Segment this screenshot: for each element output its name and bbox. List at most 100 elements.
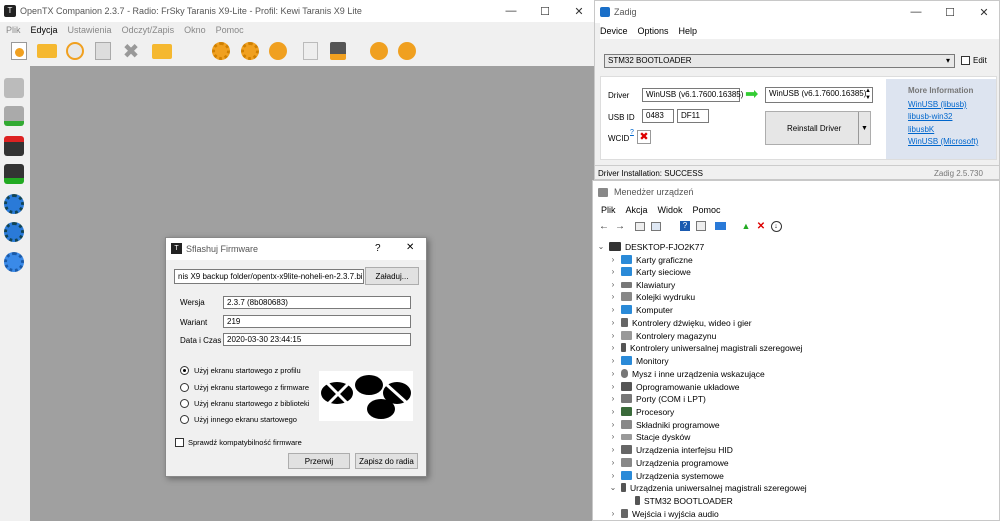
edit-checkbox[interactable]	[961, 56, 970, 65]
tree-item-expanded[interactable]: ⌄ Urządzenia uniwersalnej magistrali szer…	[608, 481, 807, 494]
tree-item[interactable]: › Karty sieciowe	[608, 265, 691, 278]
tree-item[interactable]: › Mysz i inne urządzenia wskazujące	[608, 367, 765, 380]
model-folder-icon[interactable]	[150, 39, 174, 63]
radio-other-splash[interactable]	[180, 415, 189, 424]
new-file-icon[interactable]	[7, 39, 31, 63]
uninstall-x-icon[interactable]: ✕	[755, 220, 767, 232]
menu-ustawienia[interactable]: Ustawienia	[68, 25, 112, 35]
chevron-right-icon[interactable]: ›	[608, 280, 618, 289]
chevron-right-icon[interactable]: ›	[608, 432, 618, 441]
link-winusb-microsoft[interactable]: WinUSB (Microsoft)	[908, 137, 978, 146]
minimize-button[interactable]: —	[494, 0, 528, 22]
tree-item[interactable]: › Procesory	[608, 405, 675, 418]
write-model-icon[interactable]	[2, 104, 26, 128]
forward-arrow-icon[interactable]: →	[614, 220, 626, 232]
reinstall-driver-button[interactable]: Reinstall Driver ▼	[765, 111, 871, 145]
zadig-minimize-button[interactable]: —	[899, 1, 933, 23]
chevron-right-icon[interactable]: ›	[608, 509, 618, 518]
menu-plik[interactable]: Plik	[6, 25, 21, 35]
write-to-radio-button[interactable]: Zapisz do radia	[355, 453, 418, 469]
chevron-right-icon[interactable]: ›	[608, 394, 618, 403]
tree-item[interactable]: › Kontrolery uniwersalnej magistrali szer…	[608, 341, 803, 354]
read-backup-icon[interactable]	[2, 134, 26, 158]
menu-pomoc[interactable]: Pomoc	[216, 25, 244, 35]
add-driver-icon[interactable]: ▲	[740, 220, 752, 232]
target-driver-spinner[interactable]: WinUSB (v6.1.7600.16385) ▲ ▼	[765, 87, 873, 103]
tree-item[interactable]: › Kolejki wydruku	[608, 290, 695, 303]
link-winusb-libusb[interactable]: WinUSB (libusb)	[908, 100, 967, 109]
logs-icon[interactable]	[298, 39, 322, 63]
tree-item[interactable]: › Monitory	[608, 354, 669, 367]
close-x-icon[interactable]: ✖	[119, 39, 143, 63]
zadig-menu-device[interactable]: Device	[600, 26, 628, 36]
tree-item[interactable]: › Komputer	[608, 303, 673, 316]
chevron-right-icon[interactable]: ›	[608, 331, 618, 340]
zadig-maximize-button[interactable]: ☐	[933, 1, 967, 23]
compat-checkbox[interactable]	[175, 438, 184, 447]
tree-item[interactable]: › Stacje dysków	[608, 430, 691, 443]
close-button[interactable]: ✕	[562, 0, 596, 22]
device-select[interactable]: STM32 BOOTLOADER ▾	[604, 54, 955, 68]
update-driver-icon[interactable]: ↓	[770, 220, 782, 232]
chevron-right-icon[interactable]: ›	[608, 356, 618, 365]
load-button[interactable]: Załaduj...	[365, 267, 419, 285]
devmgr-menu-widok[interactable]: Widok	[658, 205, 683, 215]
chevron-right-icon[interactable]: ›	[608, 420, 618, 429]
profile-gear-icon[interactable]	[238, 39, 262, 63]
cancel-button[interactable]: Przerwij	[288, 453, 350, 469]
radio-library-splash[interactable]	[180, 399, 189, 408]
sync-icon[interactable]	[367, 39, 391, 63]
menu-odczyt-zapis[interactable]: Odczyt/Zapis	[122, 25, 175, 35]
flash-firmware-icon[interactable]	[2, 250, 26, 274]
tree-item[interactable]: › Urządzenia interfejsu HID	[608, 443, 733, 456]
menu-edycja[interactable]: Edycja	[31, 25, 58, 35]
chevron-right-icon[interactable]: ›	[608, 471, 618, 480]
maximize-button[interactable]: ☐	[528, 0, 562, 22]
tree-root[interactable]: ⌄ DESKTOP-FJO2K77	[594, 240, 705, 253]
chevron-right-icon[interactable]: ›	[608, 305, 618, 314]
monitor-icon[interactable]	[714, 220, 726, 232]
menu-okno[interactable]: Okno	[184, 25, 206, 35]
spinner-arrows-icon[interactable]: ▲ ▼	[865, 88, 871, 102]
sd-card-icon[interactable]	[326, 39, 350, 63]
devmgr-menu-plik[interactable]: Plik	[601, 205, 616, 215]
back-arrow-icon[interactable]: ←	[598, 220, 610, 232]
link-libusbk[interactable]: libusbK	[908, 125, 934, 134]
chevron-down-icon[interactable]: ⌄	[608, 483, 618, 492]
chevron-down-icon[interactable]: ⌄	[596, 242, 606, 251]
chevron-right-icon[interactable]: ›	[608, 382, 618, 391]
recent-files-icon[interactable]	[63, 39, 87, 63]
chevron-right-icon[interactable]: ›	[608, 458, 618, 467]
devmgr-menu-akcja[interactable]: Akcja	[626, 205, 648, 215]
tree-item[interactable]: › Porty (COM i LPT)	[608, 392, 706, 405]
read-firmware-icon[interactable]	[2, 192, 26, 216]
open-folder-icon[interactable]	[35, 39, 59, 63]
radio-settings-icon[interactable]	[266, 39, 290, 63]
zadig-menu-help[interactable]: Help	[679, 26, 698, 36]
write-backup-icon[interactable]	[2, 162, 26, 186]
tree-child-stm32[interactable]: STM32 BOOTLOADER	[632, 494, 733, 507]
tree-item[interactable]: › Wejścia i wyjścia audio	[608, 507, 719, 520]
help-icon[interactable]: ?	[679, 220, 691, 232]
save-icon[interactable]	[91, 39, 115, 63]
radio-firmware-splash[interactable]	[180, 383, 189, 392]
help-button[interactable]: ?	[375, 243, 381, 254]
chevron-right-icon[interactable]: ›	[608, 343, 618, 352]
view-icon[interactable]	[650, 220, 662, 232]
chevron-right-icon[interactable]: ›	[608, 369, 618, 378]
link-libusb-win32[interactable]: libusb-win32	[908, 112, 952, 121]
chevron-right-icon[interactable]: ›	[608, 292, 618, 301]
zadig-menu-options[interactable]: Options	[638, 26, 669, 36]
dialog-close-button[interactable]: ✕	[406, 242, 414, 253]
tree-item[interactable]: › Urządzenia programowe	[608, 456, 729, 469]
chevron-right-icon[interactable]: ›	[608, 255, 618, 264]
firmware-file-path[interactable]: nis X9 backup folder/opentx-x9lite-nohel…	[174, 269, 364, 284]
settings-gear-icon[interactable]	[209, 39, 233, 63]
read-model-icon[interactable]	[2, 76, 26, 100]
write-firmware-icon[interactable]	[2, 220, 26, 244]
chevron-right-icon[interactable]: ›	[608, 267, 618, 276]
chevron-right-icon[interactable]: ›	[608, 318, 618, 327]
chevron-right-icon[interactable]: ›	[608, 445, 618, 454]
split-arrow-icon[interactable]: ▼	[858, 112, 870, 144]
properties-icon[interactable]	[634, 220, 646, 232]
